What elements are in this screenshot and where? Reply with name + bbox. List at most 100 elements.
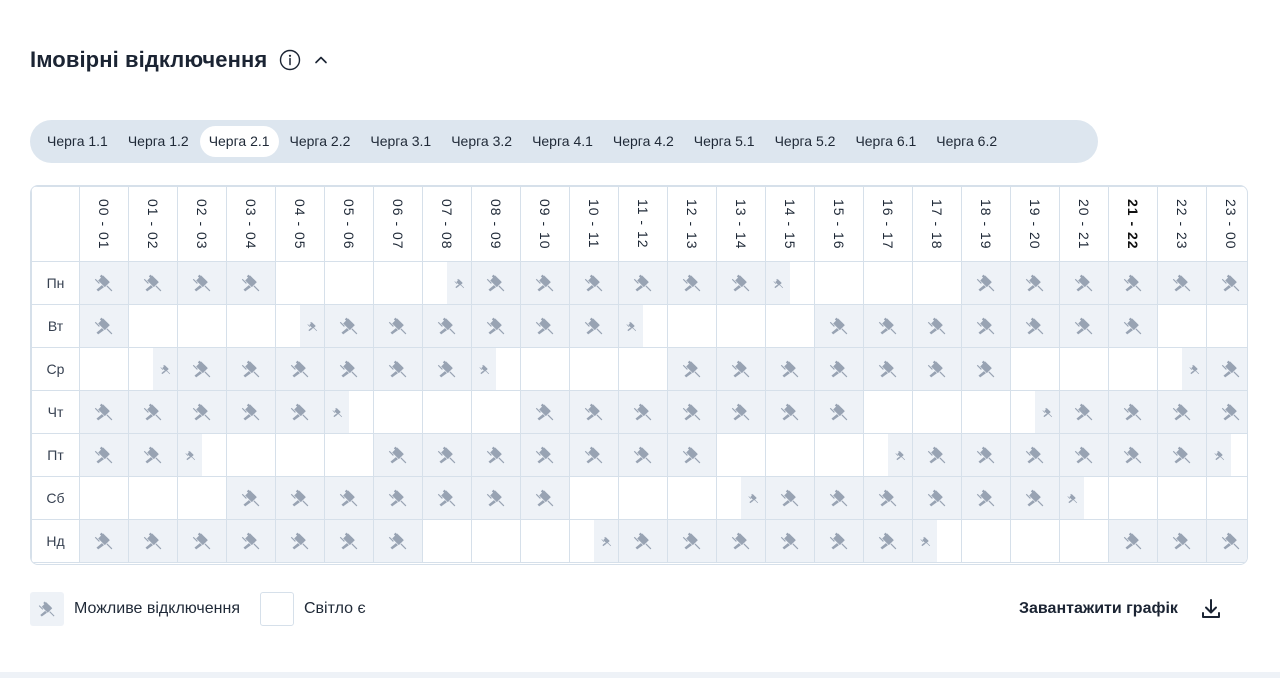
tab-queue-4-2[interactable]: Черга 4.2 bbox=[604, 126, 683, 157]
plug-off-icon bbox=[633, 273, 653, 293]
outage-cell bbox=[275, 390, 325, 434]
plug-off-icon bbox=[731, 402, 751, 422]
plug-off-icon bbox=[829, 488, 849, 508]
plug-off-icon bbox=[143, 531, 163, 551]
outage-cell bbox=[716, 347, 766, 391]
hour-header: 17 - 18 bbox=[912, 186, 962, 262]
hour-label: 18 - 19 bbox=[978, 199, 994, 250]
outage-cell bbox=[226, 390, 276, 434]
tab-queue-1-1[interactable]: Черга 1.1 bbox=[38, 126, 117, 157]
outage-cell bbox=[912, 304, 962, 348]
table-row: Сб bbox=[31, 476, 1247, 520]
tab-queue-3-2[interactable]: Черга 3.2 bbox=[442, 126, 521, 157]
outage-cell bbox=[765, 347, 815, 391]
download-schedule-button[interactable]: Завантажити графік bbox=[1019, 594, 1224, 624]
plug-off-icon bbox=[976, 445, 996, 465]
info-icon[interactable] bbox=[279, 49, 301, 71]
outage-cell bbox=[863, 304, 913, 348]
power-on-cell bbox=[177, 476, 227, 520]
hour-label: 17 - 18 bbox=[929, 199, 945, 250]
tab-queue-2-1[interactable]: Черга 2.1 bbox=[199, 126, 279, 157]
plug-off-icon bbox=[1123, 445, 1143, 465]
outage-fill bbox=[325, 348, 373, 390]
outage-fill bbox=[276, 477, 324, 519]
outage-cell bbox=[569, 261, 619, 305]
power-on-cell bbox=[814, 261, 864, 305]
hour-label: 04 - 05 bbox=[292, 199, 308, 250]
tab-queue-5-1[interactable]: Черга 5.1 bbox=[685, 126, 764, 157]
plug-off-icon bbox=[584, 445, 604, 465]
power-on-cell bbox=[275, 261, 325, 305]
outage-fill bbox=[1060, 434, 1108, 476]
outage-fill bbox=[178, 262, 226, 304]
plug-off-icon bbox=[339, 359, 359, 379]
outage-fill bbox=[913, 520, 937, 562]
hour-label: 13 - 14 bbox=[733, 199, 749, 250]
power-on-cell bbox=[961, 519, 1011, 563]
power-on-cell bbox=[471, 519, 521, 563]
tab-queue-3-1[interactable]: Черга 3.1 bbox=[361, 126, 440, 157]
outage-fill bbox=[325, 305, 373, 347]
power-on-cell bbox=[765, 433, 815, 477]
plug-off-icon bbox=[633, 445, 653, 465]
outage-fill bbox=[1207, 262, 1247, 304]
outage-cell bbox=[863, 347, 913, 391]
outage-fill bbox=[129, 262, 177, 304]
plug-off-icon bbox=[927, 359, 947, 379]
plug-off-icon bbox=[290, 402, 310, 422]
download-icon bbox=[1198, 596, 1224, 622]
plug-off-icon bbox=[94, 316, 114, 336]
card-bottom-edge bbox=[0, 672, 1280, 678]
outage-cell bbox=[765, 519, 815, 563]
outage-cell bbox=[1206, 433, 1247, 477]
hour-header: 04 - 05 bbox=[275, 186, 325, 262]
hour-header: 14 - 15 bbox=[765, 186, 815, 262]
outage-cell bbox=[667, 261, 717, 305]
tab-queue-4-1[interactable]: Черга 4.1 bbox=[523, 126, 602, 157]
outage-fill bbox=[300, 305, 324, 347]
outage-fill bbox=[80, 262, 128, 304]
outage-cell bbox=[422, 347, 472, 391]
outage-fill bbox=[570, 391, 618, 433]
outage-cell bbox=[1010, 390, 1060, 434]
tab-queue-6-1[interactable]: Черга 6.1 bbox=[846, 126, 925, 157]
plug-off-icon bbox=[192, 402, 212, 422]
power-on-cell bbox=[1010, 347, 1060, 391]
tab-queue-5-2[interactable]: Черга 5.2 bbox=[766, 126, 845, 157]
outage-fill bbox=[521, 477, 569, 519]
hour-header: 19 - 20 bbox=[1010, 186, 1060, 262]
outage-fill bbox=[129, 434, 177, 476]
outage-cell bbox=[814, 304, 864, 348]
power-on-cell bbox=[128, 304, 178, 348]
power-on-cell bbox=[912, 261, 962, 305]
tab-queue-1-2[interactable]: Черга 1.2 bbox=[119, 126, 198, 157]
outage-fill bbox=[521, 305, 569, 347]
outage-fill bbox=[766, 262, 790, 304]
plug-off-icon bbox=[535, 402, 555, 422]
table-row: Ср bbox=[31, 347, 1247, 391]
queue-tabs: Черга 1.1 Черга 1.2 Черга 2.1 Черга 2.2 Черг… bbox=[30, 120, 1098, 163]
plug-off-icon bbox=[241, 359, 261, 379]
outage-cell bbox=[1157, 519, 1207, 563]
tab-queue-2-2[interactable]: Черга 2.2 bbox=[281, 126, 360, 157]
hour-label: 08 - 09 bbox=[488, 199, 504, 250]
outage-cell bbox=[128, 390, 178, 434]
hour-label: 21 - 22 bbox=[1125, 199, 1141, 250]
outage-cell bbox=[226, 261, 276, 305]
chevron-up-icon[interactable] bbox=[313, 52, 329, 68]
power-on-cell bbox=[1010, 519, 1060, 563]
outage-fill bbox=[717, 348, 765, 390]
plug-off-icon bbox=[94, 402, 114, 422]
tab-queue-6-2[interactable]: Черга 6.2 bbox=[927, 126, 1006, 157]
outage-fill bbox=[472, 262, 520, 304]
hour-header: 08 - 09 bbox=[471, 186, 521, 262]
plug-off-icon bbox=[927, 488, 947, 508]
outage-fill bbox=[619, 391, 667, 433]
power-on-cell bbox=[618, 347, 668, 391]
hour-header: 18 - 19 bbox=[961, 186, 1011, 262]
power-on-cell bbox=[422, 519, 472, 563]
plug-off-icon bbox=[454, 278, 465, 289]
outage-fill bbox=[668, 520, 716, 562]
plug-off-icon bbox=[626, 321, 637, 332]
outage-fill bbox=[815, 305, 863, 347]
